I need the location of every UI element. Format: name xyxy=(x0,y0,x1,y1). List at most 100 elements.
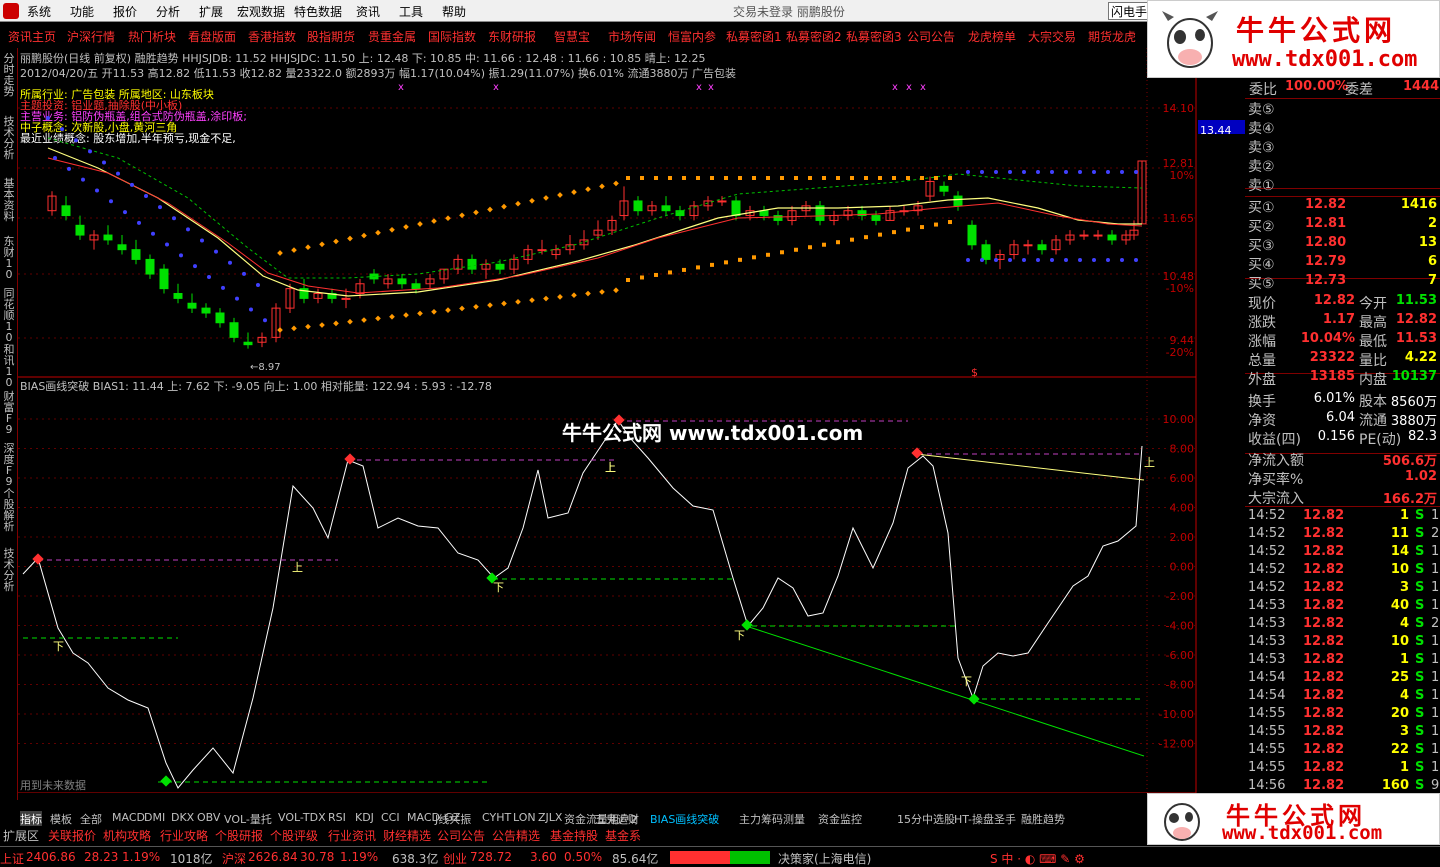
indicator-tab-4[interactable]: MACD xyxy=(112,811,145,824)
indicator-tab-7[interactable]: OBV xyxy=(197,811,220,824)
nav-item-6[interactable]: 股指期货 xyxy=(307,28,355,45)
candle-body xyxy=(397,278,407,285)
tick-count: 1 xyxy=(1431,652,1440,667)
chart-svg[interactable]: 202011/12/14/三123414.1013.4412.8110%11.6… xyxy=(18,48,1246,793)
band-dot xyxy=(682,267,686,272)
indicator-tab-12[interactable]: CCI xyxy=(381,811,400,824)
menu-tools[interactable]: 工具 xyxy=(399,3,423,20)
nav-item-1[interactable]: 资讯主页 xyxy=(8,28,56,45)
indicator-tab-17[interactable]: ZJLX xyxy=(538,811,562,824)
function-tab-8[interactable]: 财经精选 xyxy=(383,827,431,844)
indicator-tab-14[interactable]: J线共振 xyxy=(435,811,471,827)
nav-item-13[interactable]: 私募密函1 xyxy=(726,28,782,45)
left-tab-7[interactable]: 财富F9 xyxy=(1,391,17,435)
menu-special[interactable]: 特色数据 xyxy=(294,3,342,20)
flow-label-1: 净买率% xyxy=(1248,472,1304,488)
nav-item-14[interactable]: 私募密函2 xyxy=(786,28,842,45)
indicator-tab-10[interactable]: RSI xyxy=(328,811,346,824)
menu-news[interactable]: 资讯 xyxy=(356,3,380,20)
nav-item-8[interactable]: 国际指数 xyxy=(428,28,476,45)
candle-body xyxy=(229,322,239,338)
function-tab-1[interactable]: 扩展区 xyxy=(3,827,39,844)
candle-body xyxy=(145,258,155,275)
menu-extend[interactable]: 扩展 xyxy=(199,3,223,20)
indicator-tab-9[interactable]: VOL-TDX xyxy=(278,811,326,824)
nav-item-4[interactable]: 看盘版面 xyxy=(188,28,236,45)
bid-3-volume: 13 xyxy=(1418,235,1437,250)
ime-status-icon[interactable]: S 中 ⋅ ◐ ⌨ ✎ ⚙ xyxy=(990,850,1085,867)
function-tab-3[interactable]: 机构攻略 xyxy=(103,827,151,844)
nav-item-17[interactable]: 龙虎榜单 xyxy=(968,28,1016,45)
menu-system[interactable]: 系统 xyxy=(27,3,51,20)
function-tab-5[interactable]: 个股研报 xyxy=(215,827,263,844)
band-dot xyxy=(123,210,127,215)
indicator-tab-23[interactable]: 15分中选股 xyxy=(897,811,955,827)
band-dot xyxy=(214,249,218,254)
down-mark: 下 xyxy=(961,675,972,688)
indicator-tab-3[interactable]: 全部 xyxy=(80,811,102,827)
chart-area[interactable]: 202011/12/14/三123414.1013.4412.8110%11.6… xyxy=(18,48,1246,793)
fund-value-2: 0.156 xyxy=(1317,429,1355,444)
nav-item-11[interactable]: 市场传闻 xyxy=(608,28,656,45)
function-tab-10[interactable]: 公告精选 xyxy=(492,827,540,844)
indicator-tab-20[interactable]: BIAS画线突破 xyxy=(650,811,719,827)
nav-item-18[interactable]: 大宗交易 xyxy=(1028,28,1076,45)
flash-trade-button[interactable]: 闪电手 xyxy=(1108,2,1150,20)
nav-item-19[interactable]: 期货龙虎 xyxy=(1088,28,1136,45)
menu-function[interactable]: 功能 xyxy=(70,3,94,20)
tick-price: 12.82 xyxy=(1303,544,1345,559)
left-tab-4[interactable]: 东财10 xyxy=(1,236,17,280)
y-tick-label: 10% xyxy=(1170,169,1194,182)
nav-item-2[interactable]: 沪深行情 xyxy=(67,28,115,45)
indicator-tab-15[interactable]: CYHT xyxy=(482,811,511,824)
left-tab-5[interactable]: 同花顺10 xyxy=(1,288,17,343)
function-tab-6[interactable]: 个股评级 xyxy=(270,827,318,844)
function-tab-9[interactable]: 公司公告 xyxy=(437,827,485,844)
function-tab-2[interactable]: 关联报价 xyxy=(48,827,96,844)
left-tab-2[interactable]: 技术分析 xyxy=(1,116,17,160)
tick-count: 1 xyxy=(1431,634,1440,649)
indicator-tab-1[interactable]: 指标 xyxy=(20,811,42,827)
tick-time: 14:55 xyxy=(1248,724,1286,739)
indicator-tab-16[interactable]: LON xyxy=(513,811,536,824)
nav-item-3[interactable]: 热门析块 xyxy=(128,28,176,45)
indicator-tab-22[interactable]: 资金监控 xyxy=(818,811,862,827)
menu-macro[interactable]: 宏观数据 xyxy=(237,3,285,20)
function-tab-11[interactable]: 基金持股 xyxy=(550,827,598,844)
band-dot xyxy=(696,265,700,270)
nav-item-16[interactable]: 公司公告 xyxy=(907,28,955,45)
nav-item-15[interactable]: 私募密函3 xyxy=(846,28,902,45)
nav-item-10[interactable]: 智慧宝 xyxy=(554,28,590,45)
cy-index-amount: 85.64亿 xyxy=(612,852,659,866)
signal-marker: x xyxy=(906,82,912,93)
nav-item-9[interactable]: 东财研报 xyxy=(488,28,536,45)
indicator-tab-19[interactable]: 五鬼运财 xyxy=(595,811,639,827)
flow-value-0: 506.6万 xyxy=(1382,454,1437,469)
indicator-tab-5[interactable]: DMI xyxy=(144,811,165,824)
left-tab-10[interactable]: 技术分析 xyxy=(1,548,17,592)
function-tab-7[interactable]: 行业资讯 xyxy=(328,827,376,844)
indicator-tab-6[interactable]: DKX xyxy=(171,811,194,824)
function-tab-12[interactable]: 基金系 xyxy=(605,827,641,844)
left-tab-9[interactable]: 个股解析 xyxy=(1,488,17,532)
nav-item-7[interactable]: 贵重金属 xyxy=(368,28,416,45)
nav-item-5[interactable]: 香港指数 xyxy=(248,28,296,45)
left-tab-8[interactable]: 深度F9 xyxy=(1,443,17,487)
function-tab-4[interactable]: 行业攻略 xyxy=(160,827,208,844)
menu-help[interactable]: 帮助 xyxy=(442,3,466,20)
menu-quote[interactable]: 报价 xyxy=(113,3,137,20)
menu-analysis[interactable]: 分析 xyxy=(156,3,180,20)
indicator-tab-11[interactable]: KDJ xyxy=(355,811,374,824)
signal-marker: x xyxy=(398,82,404,93)
band-dot xyxy=(808,176,812,180)
indicator-tab-25[interactable]: 融胜趋势 xyxy=(1021,811,1065,827)
bid-1-volume: 1416 xyxy=(1400,197,1437,212)
indicator-tab-8[interactable]: VOL-量托 xyxy=(224,811,272,827)
indicator-tab-21[interactable]: 主力筹码测量 xyxy=(739,811,805,827)
left-tab-3[interactable]: 基本资料 xyxy=(1,178,17,222)
indicator-tab-24[interactable]: HT-操盘圣手 xyxy=(954,811,1016,827)
nav-item-12[interactable]: 恒富内参 xyxy=(668,28,716,45)
left-tab-1[interactable]: 分时走势 xyxy=(1,53,17,97)
left-tab-6[interactable]: 和讯10 xyxy=(1,344,17,388)
indicator-tab-2[interactable]: 模板 xyxy=(50,811,72,827)
